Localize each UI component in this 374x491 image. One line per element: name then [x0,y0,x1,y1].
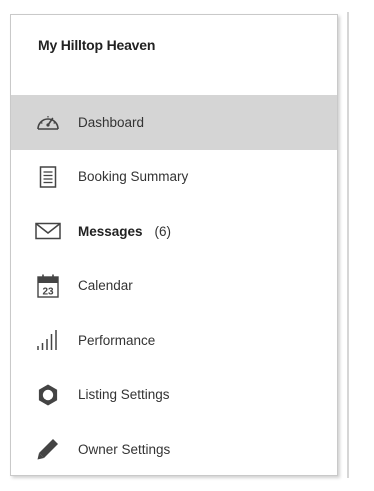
calendar-icon: 23 [34,272,62,300]
calendar-date: 23 [42,286,54,297]
sidebar-item-label: Messages [78,223,143,239]
sidebar-item-performance[interactable]: Performance [11,313,337,368]
sidebar-item-listing-settings[interactable]: Listing Settings [11,368,337,423]
sidebar-item-label: Owner Settings [78,441,171,457]
sidebar-item-owner-settings[interactable]: Owner Settings [11,422,337,475]
property-title: My Hilltop Heaven [38,37,156,53]
sidebar-item-calendar[interactable]: 23 Calendar [11,259,337,314]
sidebar-item-dashboard[interactable]: Dashboard [11,95,337,150]
sidebar-item-booking-summary[interactable]: Booking Summary [11,150,337,205]
gear-icon [34,381,62,409]
message-count-badge: (6) [154,223,172,239]
content-divider [347,12,349,478]
sidebar-item-label: Performance [78,332,156,348]
sidebar-nav: Dashboard Booking Summary Messages (6) 2… [11,95,337,475]
document-icon [34,163,62,191]
app-frame: My Hilltop Heaven Dashboard Booking Summ… [0,0,374,491]
pencil-icon [34,435,62,463]
sidebar-item-messages[interactable]: Messages (6) [11,204,337,259]
sidebar: My Hilltop Heaven Dashboard Booking Summ… [10,14,338,476]
envelope-icon [34,217,62,245]
sidebar-item-label: Listing Settings [78,387,170,403]
sidebar-item-label: Dashboard [78,114,145,130]
sidebar-item-label: Booking Summary [78,169,189,185]
sidebar-item-label: Calendar [78,278,133,294]
speedometer-icon [34,108,62,136]
bar-chart-icon [34,326,62,354]
